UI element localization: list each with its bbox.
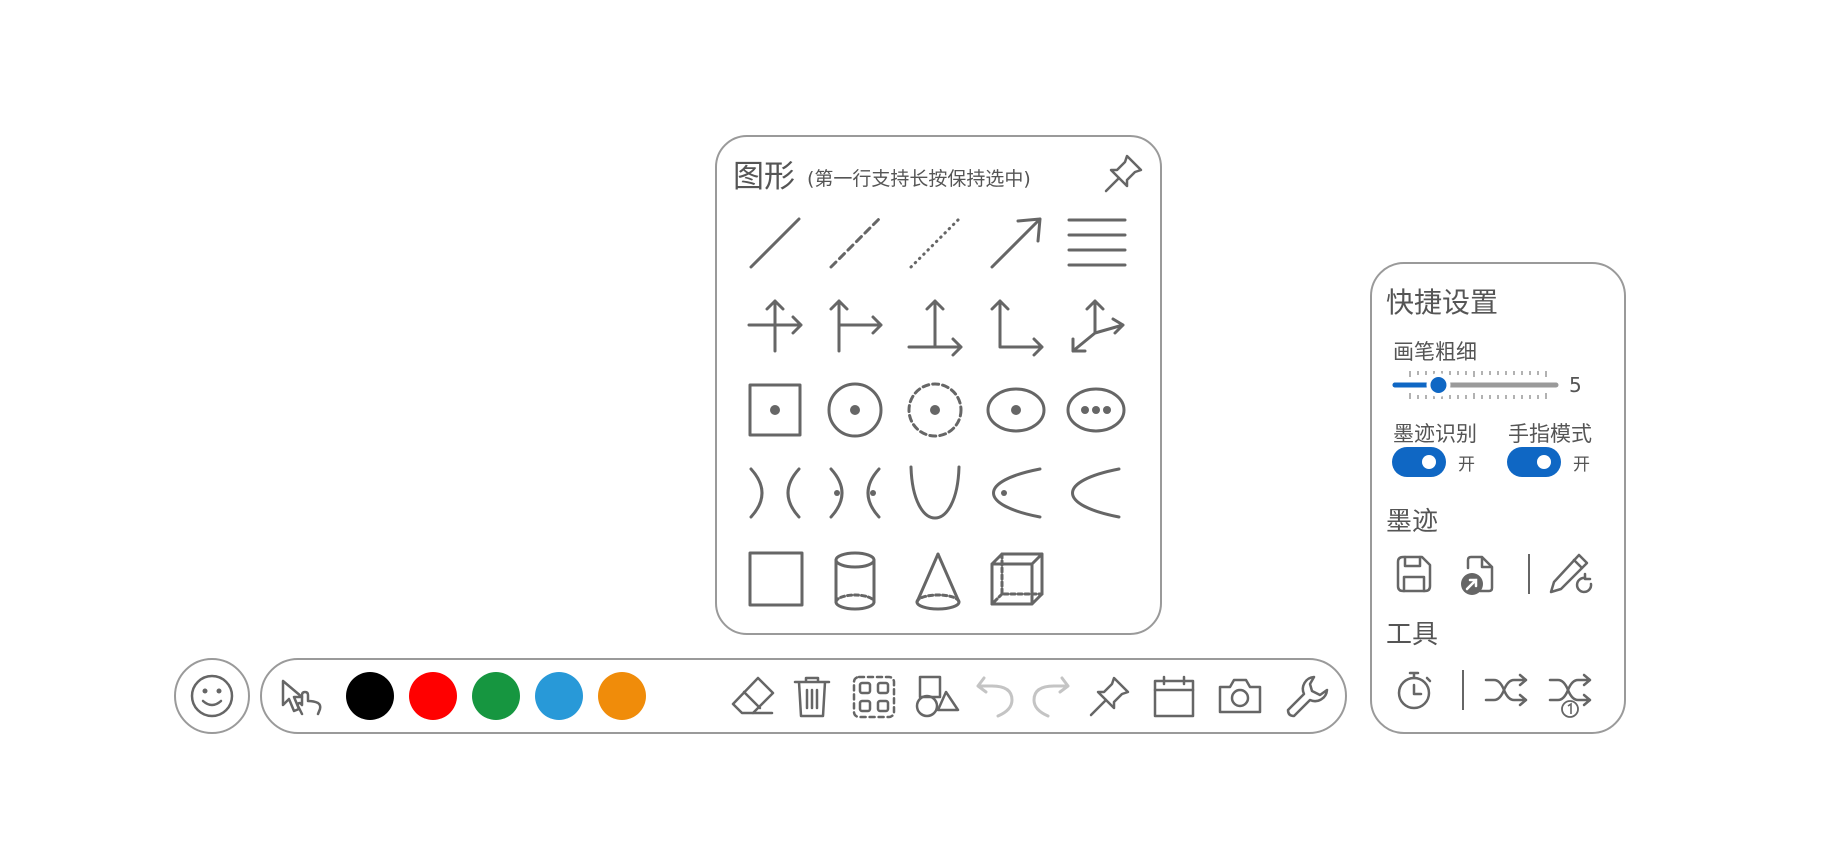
color-swatch-green[interactable] (472, 672, 520, 720)
parabola-focus-icon[interactable] (988, 465, 1044, 521)
camera-icon[interactable] (1217, 676, 1263, 716)
ink-recognition-state: 开 (1458, 455, 1475, 475)
shuffle-icon[interactable] (1484, 672, 1528, 708)
shapes-panel-title: 图形 (733, 159, 795, 195)
axes-cross-icon[interactable] (747, 297, 803, 353)
finger-mode-toggle[interactable] (1507, 447, 1561, 477)
cube-icon[interactable] (988, 550, 1046, 610)
parallel-lines-icon[interactable] (1067, 215, 1127, 271)
quick-settings-panel: 快捷设置 画笔粗细 5 墨迹识别 手指模式 开 开 墨迹 工具 (1370, 262, 1626, 734)
color-swatch-red[interactable] (409, 672, 457, 720)
color-swatch-blue[interactable] (535, 672, 583, 720)
pen-width-label: 画笔粗细 (1393, 340, 1477, 364)
ink-recognition-label: 墨迹识别 (1393, 422, 1477, 446)
eraser-icon[interactable] (730, 675, 776, 719)
finger-mode-label: 手指模式 (1508, 422, 1592, 446)
select-pointer-icon[interactable] (280, 678, 324, 718)
calendar-icon[interactable] (1152, 674, 1196, 720)
shapes-icon[interactable] (914, 674, 960, 720)
finger-mode-state: 开 (1573, 455, 1590, 475)
quick-settings-title: 快捷设置 (1386, 286, 1499, 319)
pen-width-slider[interactable] (1392, 368, 1564, 402)
dotted-line-icon[interactable] (907, 215, 963, 271)
shuffle-once-icon[interactable] (1548, 672, 1592, 718)
solid-line-icon[interactable] (747, 215, 803, 271)
axes-3d-icon[interactable] (1067, 297, 1127, 353)
redo-icon[interactable] (1028, 674, 1072, 720)
export-file-icon[interactable] (1458, 554, 1498, 596)
pen-width-value: 5 (1569, 373, 1582, 397)
timer-icon[interactable] (1394, 669, 1434, 711)
ink-divider (1528, 554, 1530, 594)
save-icon[interactable] (1394, 554, 1434, 594)
shapes-panel: 图形 (第一行支持长按保持选中) (715, 135, 1162, 635)
dashed-line-icon[interactable] (827, 215, 883, 271)
ink-section-title: 墨迹 (1386, 507, 1439, 537)
select-area-icon[interactable] (852, 675, 896, 719)
trash-icon[interactable] (792, 674, 832, 720)
hyperbola-icon[interactable] (747, 465, 803, 521)
axes-t-icon[interactable] (827, 297, 883, 353)
color-swatch-orange[interactable] (598, 672, 646, 720)
axes-corner-icon[interactable] (988, 297, 1044, 357)
arrow-line-icon[interactable] (988, 215, 1044, 271)
cone-icon[interactable] (913, 550, 963, 612)
dashed-circle-center-icon[interactable] (907, 382, 963, 438)
pen-reset-icon[interactable] (1547, 552, 1595, 598)
ellipse-foci-icon[interactable] (1065, 382, 1127, 438)
undo-icon[interactable] (974, 674, 1018, 720)
ellipse-center-icon[interactable] (985, 382, 1047, 438)
axes-origin-icon[interactable] (907, 297, 963, 357)
shapes-panel-subtitle: (第一行支持长按保持选中) (807, 168, 1031, 190)
parabola-icon[interactable] (907, 465, 963, 521)
finger-mode-toggle-knob (1537, 455, 1551, 469)
tools-divider (1462, 670, 1464, 710)
pin-icon[interactable] (1086, 674, 1132, 720)
pen-width-slider-thumb (1430, 377, 1447, 393)
pin-icon[interactable] (1101, 152, 1145, 196)
smiley-face-icon (190, 674, 234, 718)
ink-recognition-toggle-knob (1422, 455, 1436, 469)
wrench-icon[interactable] (1284, 674, 1330, 720)
hyperbola-foci-icon[interactable] (827, 465, 883, 521)
rectangle-icon[interactable] (747, 550, 805, 608)
tools-section-title: 工具 (1386, 620, 1439, 650)
emoji-button[interactable] (174, 658, 250, 734)
cylinder-icon[interactable] (832, 550, 878, 612)
ink-recognition-toggle[interactable] (1392, 447, 1446, 477)
main-toolbar (260, 658, 1347, 734)
parabola-left-icon[interactable] (1067, 465, 1123, 521)
square-center-icon[interactable] (747, 382, 803, 438)
circle-center-icon[interactable] (827, 382, 883, 438)
color-swatch-black[interactable] (346, 672, 394, 720)
